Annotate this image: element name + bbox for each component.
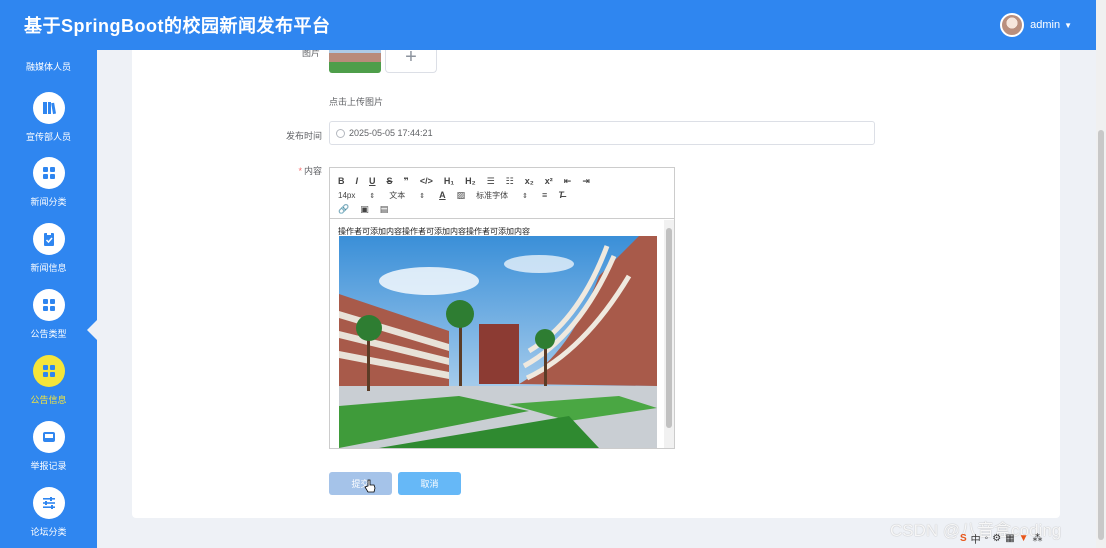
cancel-button[interactable]: 取消 bbox=[398, 472, 461, 495]
inbox-icon bbox=[32, 421, 65, 453]
moon-icon[interactable]: ◦ bbox=[985, 533, 989, 544]
rich-text-editor[interactable]: B I U S ❞ </> H₁ H₂ ☰ ☷ x₂ x² ⇤ ⇥ 14px ⇕ … bbox=[329, 167, 675, 449]
sidebar-item-report-records[interactable]: 举报记录 bbox=[0, 421, 97, 472]
link-icon[interactable]: 🔗 bbox=[338, 204, 349, 215]
content-label-text: 内容 bbox=[303, 166, 322, 176]
sidebar-item-label: 融媒体人员 bbox=[25, 62, 71, 72]
scrollbar-thumb[interactable] bbox=[666, 228, 672, 428]
user-menu[interactable]: admin ▼ bbox=[1000, 13, 1072, 37]
gear-icon[interactable]: ⚙ bbox=[992, 533, 1001, 544]
username[interactable]: admin bbox=[1030, 19, 1060, 31]
font-color-button[interactable]: A bbox=[439, 190, 446, 200]
keyboard-icon[interactable]: ▦ bbox=[1005, 533, 1014, 544]
select-arrows-icon: ⇕ bbox=[522, 192, 528, 200]
sidebar-item-news-category[interactable]: 新闻分类 bbox=[0, 157, 97, 208]
sidebar-item-notice-type[interactable]: 公告类型 bbox=[0, 289, 97, 340]
indent-button[interactable]: ⇥ bbox=[582, 176, 590, 187]
bullet-list-button[interactable]: ☷ bbox=[506, 176, 514, 187]
clock-icon bbox=[336, 128, 345, 138]
active-indicator bbox=[87, 320, 97, 340]
sidebar-item-notice-info[interactable]: 公告信息 bbox=[0, 355, 97, 406]
blockquote-button[interactable]: ❞ bbox=[404, 176, 409, 187]
sidebar-item-label: 公告类型 bbox=[30, 329, 67, 339]
publish-time-value: 2025-05-05 17:44:21 bbox=[349, 128, 433, 138]
ordered-list-button[interactable]: ☰ bbox=[487, 176, 495, 187]
bold-button[interactable]: B bbox=[338, 176, 345, 186]
sidebar-item-news-info[interactable]: 新闻信息 bbox=[0, 223, 97, 274]
clear-format-button[interactable]: T̶ bbox=[558, 190, 564, 200]
top-header: 基于SpringBoot的校园新闻发布平台 admin ▼ bbox=[0, 0, 1096, 50]
sliders-icon bbox=[32, 487, 65, 519]
upload-tip: 点击上传图片 bbox=[329, 97, 384, 107]
book-icon bbox=[32, 92, 65, 124]
font-family-value: 标准字体 bbox=[476, 190, 509, 200]
subscript-button[interactable]: x₂ bbox=[525, 176, 534, 186]
superscript-button[interactable]: x² bbox=[545, 176, 553, 186]
app-title: 基于SpringBoot的校园新闻发布平台 bbox=[24, 16, 331, 36]
publish-time-input[interactable]: 2025-05-05 17:44:21 bbox=[329, 121, 875, 145]
sidebar-item-publicity-staff[interactable]: 宣传部人员 bbox=[0, 92, 97, 143]
italic-button[interactable]: I bbox=[356, 176, 359, 186]
sidebar: 融媒体人员 宣传部人员 新闻分类 新闻信息 公告类型 公告信息 举报记录 论坛分… bbox=[0, 50, 97, 548]
system-tray: S 中 ◦ ⚙ ▦ ▼ ⁂ bbox=[960, 530, 1096, 546]
toolbar-row-format: B I U S ❞ </> H₁ H₂ ☰ ☷ x₂ x² ⇤ ⇥ bbox=[338, 174, 666, 188]
grid-icon bbox=[32, 355, 65, 387]
video-icon[interactable]: ▤ bbox=[380, 204, 389, 215]
code-button[interactable]: </> bbox=[420, 176, 433, 186]
sidebar-item-label: 宣传部人员 bbox=[25, 132, 71, 142]
select-arrows-icon: ⇕ bbox=[419, 192, 426, 200]
clipboard-check-icon bbox=[32, 223, 65, 255]
header2-button[interactable]: H₂ bbox=[465, 176, 476, 186]
grid-icon bbox=[32, 157, 65, 189]
outdent-button[interactable]: ⇤ bbox=[564, 176, 572, 187]
toolbar-row-style: 14px ⇕ 文本 ⇕ A ▨ 标准字体 ⇕ ≡ T̶ bbox=[338, 188, 666, 202]
font-size-select[interactable]: 14px ⇕ bbox=[338, 191, 375, 200]
strike-button[interactable]: S bbox=[387, 176, 393, 186]
sidebar-item-forum-category[interactable]: 论坛分类 bbox=[0, 487, 97, 538]
underline-button[interactable]: U bbox=[369, 176, 376, 186]
hand-cursor-icon bbox=[364, 479, 376, 493]
caret-down-icon[interactable]: ▼ bbox=[1064, 21, 1072, 30]
text-style-value: 文本 bbox=[389, 190, 406, 200]
scrollbar-thumb[interactable] bbox=[1098, 130, 1104, 540]
header1-button[interactable]: H₁ bbox=[444, 176, 454, 186]
publish-time-label: 发布时间 bbox=[285, 131, 322, 141]
submit-button[interactable]: 提交 bbox=[329, 472, 392, 495]
background-color-button[interactable]: ▨ bbox=[457, 190, 466, 201]
grid-icon[interactable]: ⁂ bbox=[1033, 533, 1043, 544]
required-mark: * bbox=[298, 166, 302, 176]
campus-image bbox=[339, 236, 657, 448]
sidebar-item-label: 论坛分类 bbox=[30, 527, 67, 537]
sidebar-item-label: 新闻信息 bbox=[30, 263, 67, 273]
avatar[interactable] bbox=[1000, 13, 1025, 37]
font-family-select[interactable]: 标准字体 ⇕ bbox=[476, 190, 528, 201]
image-icon[interactable]: ▣ bbox=[360, 204, 369, 215]
grid-icon bbox=[32, 289, 65, 321]
align-button[interactable]: ≡ bbox=[542, 190, 547, 200]
editor-toolbar: B I U S ❞ </> H₁ H₂ ☰ ☷ x₂ x² ⇤ ⇥ 14px ⇕ … bbox=[330, 168, 674, 219]
content-label: * 内容 bbox=[262, 164, 322, 177]
page-scrollbar[interactable] bbox=[1096, 0, 1106, 548]
shirt-icon[interactable]: ▼ bbox=[1019, 533, 1029, 544]
sidebar-item-label: 新闻分类 bbox=[30, 197, 67, 207]
font-size-value: 14px bbox=[338, 190, 356, 200]
editor-scrollbar[interactable] bbox=[664, 220, 674, 448]
sidebar-item-media-staff[interactable]: 融媒体人员 bbox=[0, 60, 97, 73]
sidebar-item-label: 举报记录 bbox=[30, 461, 67, 471]
ime-label[interactable]: 中 bbox=[971, 531, 981, 546]
text-style-select[interactable]: 文本 ⇕ bbox=[389, 190, 425, 201]
sogou-icon[interactable]: S bbox=[960, 533, 967, 544]
toolbar-row-insert: 🔗 ▣ ▤ bbox=[338, 202, 666, 216]
select-arrows-icon: ⇕ bbox=[369, 192, 376, 200]
sidebar-item-label: 公告信息 bbox=[30, 395, 67, 405]
